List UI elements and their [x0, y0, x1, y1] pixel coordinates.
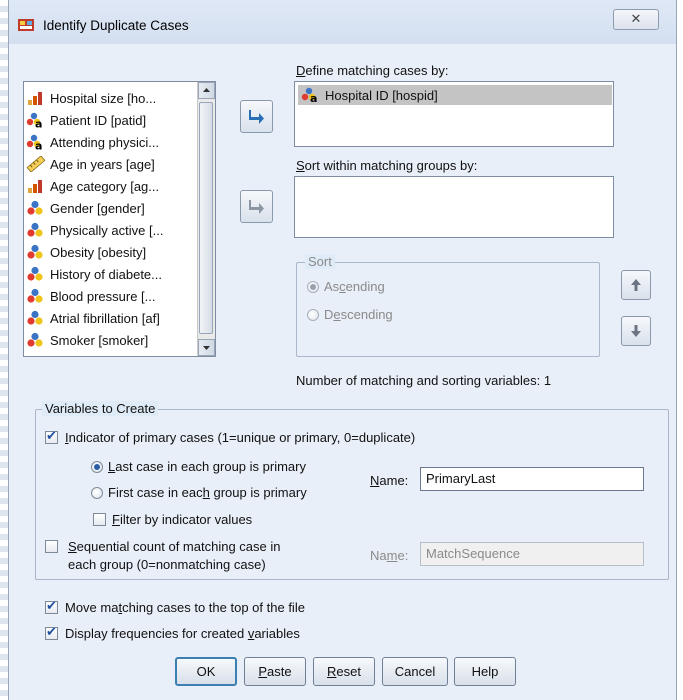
background-strip	[0, 0, 8, 700]
variables-to-create-title: Variables to Create	[42, 401, 159, 416]
title-bar[interactable]: Identify Duplicate Cases ✕	[9, 0, 676, 44]
name2-label: Name:	[370, 548, 409, 563]
last-case-label: Last case in each group is primary	[108, 459, 306, 474]
svg-text:a: a	[35, 118, 42, 129]
define-matching-item-label: Hospital ID [hospid]	[325, 87, 438, 103]
sort-within-list[interactable]	[294, 176, 614, 238]
arrow-right-icon	[249, 110, 264, 124]
cancel-button[interactable]: Cancel	[382, 657, 448, 686]
define-matching-item[interactable]: a Hospital ID [hospid]	[298, 85, 612, 105]
move-to-top-checkbox[interactable]	[45, 599, 58, 614]
ascending-radio[interactable]	[307, 281, 319, 293]
nominal-icon	[27, 332, 43, 347]
sort-within-label: Sort within matching groups by:	[296, 158, 478, 173]
reset-button[interactable]: Reset	[313, 657, 375, 686]
variable-list-item[interactable]: a Attending physici...	[26, 132, 196, 152]
variable-list-item[interactable]: History of diabete...	[26, 264, 196, 284]
display-frequencies-label: Display frequencies for created variable…	[65, 626, 300, 641]
nominal-icon	[27, 200, 43, 215]
filter-label: Filter by indicator values	[112, 512, 253, 527]
variable-label: Hospital size [ho...	[50, 90, 157, 106]
nominal-icon	[27, 244, 43, 259]
scroll-down-button[interactable]	[198, 339, 215, 356]
nominal-icon	[27, 266, 43, 281]
move-to-define-button[interactable]	[240, 100, 273, 133]
variable-label: Atrial fibrillation [af]	[50, 310, 160, 326]
app-icon	[18, 19, 34, 31]
primary-name-field[interactable]: PrimaryLast	[420, 467, 644, 491]
variable-label: Patient ID [patid]	[50, 112, 147, 128]
variable-label: Age in years [age]	[50, 156, 155, 172]
move-down-button[interactable]	[621, 316, 651, 346]
define-matching-list[interactable]: a Hospital ID [hospid]	[294, 81, 614, 147]
variable-list-item[interactable]: Hospital size [ho...	[26, 88, 196, 108]
close-icon: ✕	[630, 11, 642, 26]
close-button[interactable]: ✕	[613, 9, 659, 30]
variable-list-item[interactable]: Blood pressure [...	[26, 286, 196, 306]
ordinal-bar-icon	[28, 92, 42, 105]
nominal-string-icon: a	[26, 134, 42, 151]
indicator-checkbox[interactable]	[45, 429, 58, 444]
variable-list-scrollbar[interactable]	[197, 82, 215, 356]
window-title: Identify Duplicate Cases	[43, 18, 189, 33]
descending-label: Descending	[324, 307, 393, 322]
svg-text:a: a	[310, 92, 317, 103]
variable-list-item[interactable]: Physically active [...	[26, 220, 196, 240]
ok-button[interactable]: OK	[175, 657, 237, 686]
variable-label: Gender [gender]	[50, 200, 145, 216]
display-frequencies-checkbox[interactable]	[45, 625, 58, 640]
variable-label: Obesity [obesity]	[50, 244, 147, 260]
variable-label: History of diabete...	[50, 266, 162, 282]
sequence-name-field[interactable]: MatchSequence	[420, 542, 644, 566]
first-case-radio[interactable]	[91, 487, 103, 499]
variable-label: Attending physici...	[50, 134, 160, 150]
scroll-up-button[interactable]	[198, 82, 215, 99]
chevron-down-icon	[203, 346, 210, 350]
nominal-icon	[27, 222, 43, 237]
nominal-string-icon: a	[301, 87, 317, 103]
variable-label: Age category [ag...	[50, 178, 160, 194]
scale-ruler-icon	[26, 156, 46, 172]
nominal-icon	[27, 310, 43, 325]
ascending-label: Ascending	[324, 279, 385, 294]
filter-checkbox[interactable]	[93, 513, 106, 526]
variable-list-item[interactable]: Gender [gender]	[26, 198, 196, 218]
ordinal-bar-icon	[28, 180, 42, 193]
indicator-label: Indicator of primary cases (1=unique or …	[65, 430, 416, 445]
sequential-label: Sequential count of matching case in	[68, 539, 281, 554]
variable-list-item[interactable]: a Patient ID [patid]	[26, 110, 196, 130]
variable-list-items: Hospital size [ho... a Patient ID [patid] a…	[24, 82, 196, 356]
arrow-down-icon	[631, 325, 641, 337]
chevron-up-icon	[203, 88, 210, 92]
variable-list-item[interactable]: Age in years [age]	[26, 154, 196, 174]
descending-radio[interactable]	[307, 309, 319, 321]
name1-label: Name:	[370, 473, 409, 488]
variable-label: Physically active [...	[50, 222, 164, 238]
first-case-label: First case in each group is primary	[108, 485, 307, 500]
variable-list-item[interactable]: Age category [ag...	[26, 176, 196, 196]
arrow-right-icon	[249, 200, 264, 214]
sort-group-title: Sort	[305, 254, 335, 269]
sequential-checkbox[interactable]	[45, 540, 58, 553]
variable-list[interactable]: Hospital size [ho... a Patient ID [patid] a…	[23, 81, 216, 357]
move-to-sort-button[interactable]	[240, 190, 273, 223]
variable-label: Smoker [smoker]	[50, 332, 149, 348]
arrow-up-icon	[631, 279, 641, 291]
svg-text:a: a	[35, 140, 42, 151]
define-matching-label: Define matching cases by:	[296, 63, 449, 78]
move-up-button[interactable]	[621, 270, 651, 300]
nominal-icon	[27, 288, 43, 303]
sequential-label-line2: each group (0=nonmatching case)	[68, 557, 266, 572]
nominal-string-icon: a	[26, 112, 42, 129]
move-to-top-label: Move matching cases to the top of the fi…	[65, 600, 305, 615]
variable-list-item[interactable]: Smoker [smoker]	[26, 330, 196, 350]
last-case-radio[interactable]	[91, 461, 103, 473]
help-button[interactable]: Help	[454, 657, 516, 686]
variable-list-item[interactable]: Obesity [obesity]	[26, 242, 196, 262]
variable-label: Blood pressure [...	[50, 288, 156, 304]
variable-list-item[interactable]: Atrial fibrillation [af]	[26, 308, 196, 328]
paste-button[interactable]: Paste	[244, 657, 306, 686]
scroll-thumb[interactable]	[199, 102, 213, 334]
variable-count-text: Number of matching and sorting variables…	[296, 373, 552, 388]
